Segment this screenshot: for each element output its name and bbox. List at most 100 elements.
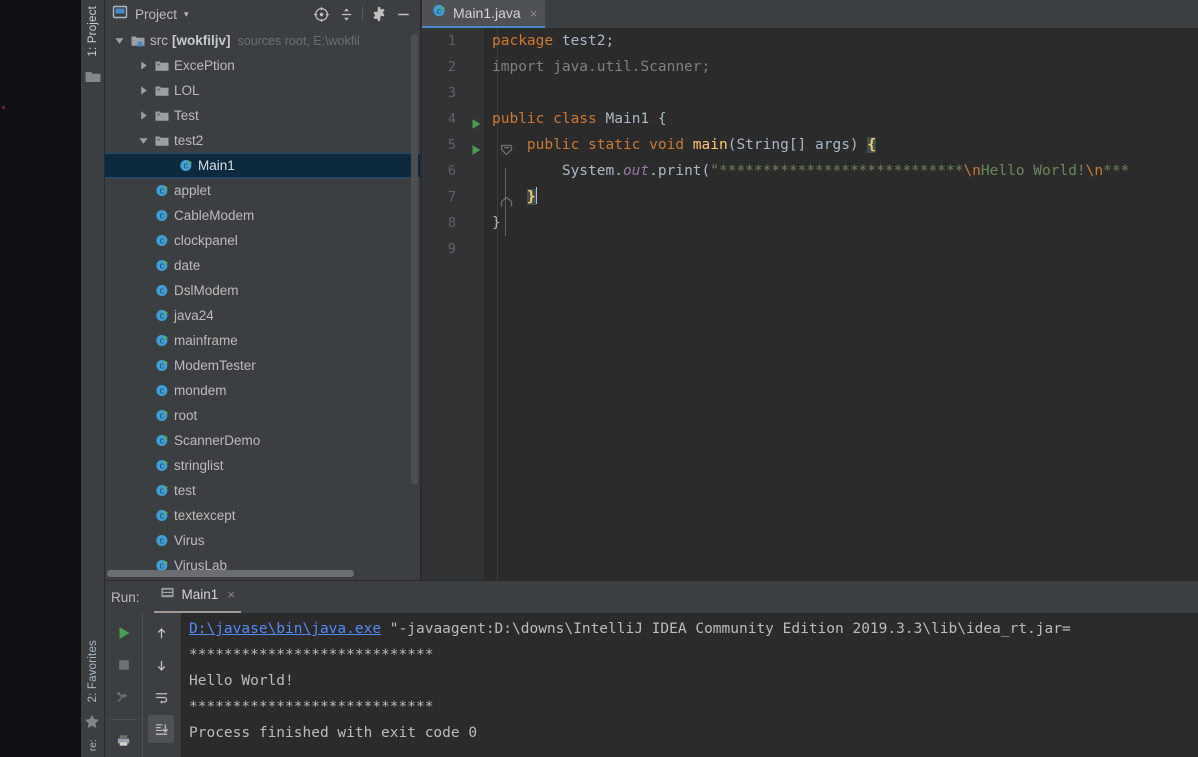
tree-item-label: date — [174, 258, 201, 273]
code-token: \n — [1085, 163, 1104, 179]
chevron-down-icon[interactable]: ▾ — [184, 9, 189, 19]
code-token: import java.util.Scanner; — [492, 59, 711, 75]
folder-icon — [154, 83, 170, 99]
console-line: Process finished with exit code 0 — [189, 725, 478, 741]
console-command-args: "-javaagent:D:\downs\IntelliJ IDEA Commu… — [381, 621, 1071, 637]
code-line[interactable]: 1 package test2; — [422, 28, 1198, 54]
code-text: import java.util.Scanner; — [492, 54, 710, 80]
tree-item-label: ScannerDemo — [174, 433, 261, 448]
close-icon[interactable]: × — [227, 587, 235, 602]
tool-window-button-favorites[interactable]: 2: Favorites — [87, 634, 99, 708]
tree-vertical-scrollbar[interactable] — [411, 34, 418, 484]
editor-tab-title: Main1.java — [453, 5, 521, 21]
rerun-button[interactable] — [111, 619, 137, 647]
print-button[interactable] — [111, 726, 137, 754]
editor-tab-bar-empty — [545, 0, 1198, 28]
svg-text:C: C — [159, 514, 164, 522]
scroll-up-button[interactable] — [148, 619, 174, 647]
scroll-to-end-button[interactable] — [148, 715, 174, 743]
tree-item-clockpanel[interactable]: Cclockpanel — [105, 228, 420, 253]
code-token: } — [492, 215, 501, 231]
code-line[interactable]: 7 } — [422, 184, 1198, 210]
run-tab-title: Main1 — [181, 587, 219, 602]
code-token: System. — [492, 163, 623, 179]
code-line[interactable]: 8} — [422, 210, 1198, 236]
run-tab-main1[interactable]: Main1 × — [153, 582, 241, 613]
tree-item-mondem[interactable]: Cmondem — [105, 378, 420, 403]
tree-item-applet[interactable]: Capplet — [105, 178, 420, 203]
editor-area: C Main1.java × 1 package test2; 2 import ja… — [422, 0, 1198, 580]
code-line[interactable]: 2 import java.util.Scanner; — [422, 54, 1198, 80]
project-view-icon — [112, 4, 128, 25]
code-line[interactable]: 5 public static void main(String[] args)… — [422, 132, 1198, 158]
collapse-all-icon[interactable] — [334, 2, 359, 26]
scroll-down-button[interactable] — [148, 651, 174, 679]
console-output[interactable]: D:\javase\bin\java.exe "-javaagent:D:\do… — [181, 613, 1198, 757]
chevron-down-icon[interactable] — [135, 133, 151, 149]
chevron-right-icon[interactable] — [135, 58, 151, 74]
tree-item-main1[interactable]: C Main1 — [105, 153, 420, 178]
chevron-down-icon[interactable] — [111, 33, 127, 49]
tree-item-virus[interactable]: C Virus — [105, 528, 420, 553]
close-icon[interactable]: × — [530, 6, 538, 21]
code-token: { — [867, 137, 877, 153]
tree-item-textexcept[interactable]: Ctextexcept — [105, 503, 420, 528]
stop-button[interactable] — [111, 651, 137, 679]
tree-item-test[interactable]: Ctest — [105, 478, 420, 503]
tree-horizontal-scrollbar[interactable] — [107, 570, 354, 577]
tree-item-cablemodem[interactable]: C CableModem — [105, 203, 420, 228]
tree-item-label: Virus — [174, 533, 205, 548]
tree-item-stringlist[interactable]: Cstringlist — [105, 453, 420, 478]
gear-icon[interactable] — [366, 2, 391, 26]
code-token: test2; — [561, 33, 615, 49]
line-number: 3 — [447, 85, 456, 101]
code-editor[interactable]: 1 package test2; 2 import java.util.Scanner… — [422, 28, 1198, 580]
toolbar-separator — [110, 719, 137, 720]
chevron-right-icon[interactable] — [135, 83, 151, 99]
code-line[interactable]: 4 public class Main1 { — [422, 106, 1198, 132]
code-line[interactable]: 6 System.out.print("********************… — [422, 158, 1198, 184]
tree-item-label: applet — [174, 183, 211, 198]
tree-item-label: Test — [174, 108, 199, 123]
line-number: 2 — [447, 59, 456, 75]
tree-item-test[interactable]: Test — [105, 103, 420, 128]
project-tree[interactable]: src [wokfiljv] sources root, E:\wokfil Exce… — [105, 28, 420, 580]
tree-item-lol[interactable]: LOL — [105, 78, 420, 103]
dump-threads-button[interactable] — [111, 683, 137, 711]
tree-item-modemtester[interactable]: C ModemTester — [105, 353, 420, 378]
gutter-run-icon[interactable] — [470, 139, 482, 155]
svg-text:C: C — [159, 314, 164, 322]
tree-item-label: java24 — [174, 308, 214, 323]
editor-tab-main1[interactable]: C Main1.java × — [422, 0, 546, 28]
ide-window: 1: Project 2: Favorites re: Project ▾ sr… — [0, 0, 1198, 757]
tree-item-dslmodem[interactable]: C DslModem — [105, 278, 420, 303]
tree-item-mainframe[interactable]: Cmainframe — [105, 328, 420, 353]
code-token: public static void — [526, 137, 693, 153]
tree-item-src[interactable]: src [wokfiljv] sources root, E:\wokfil — [105, 28, 420, 53]
tree-item-scannerdemo[interactable]: C ScannerDemo — [105, 428, 420, 453]
hide-window-icon[interactable] — [391, 2, 416, 26]
tree-item-exception[interactable]: ExcePtion — [105, 53, 420, 78]
tree-item-label: DslModem — [174, 283, 239, 298]
soft-wrap-button[interactable] — [148, 683, 174, 711]
tree-item-label: test — [174, 483, 196, 498]
tree-item-java24[interactable]: Cjava24 — [105, 303, 420, 328]
text-caret — [535, 187, 537, 204]
tree-item-date[interactable]: Cdate — [105, 253, 420, 278]
code-token: package — [492, 33, 562, 49]
gutter-run-icon[interactable] — [470, 113, 482, 129]
code-line[interactable]: 3 — [422, 80, 1198, 106]
tree-item-test2[interactable]: test2 — [105, 128, 420, 153]
chevron-right-icon[interactable] — [135, 108, 151, 124]
code-text: } — [492, 184, 537, 210]
svg-text:C: C — [159, 539, 164, 547]
console-command-link[interactable]: D:\javase\bin\java.exe — [189, 621, 381, 637]
tool-window-button-extra[interactable]: re: — [88, 737, 99, 757]
code-line[interactable]: 9 — [422, 236, 1198, 262]
locate-icon[interactable] — [309, 2, 334, 26]
tool-window-button-project[interactable]: 1: Project — [87, 0, 99, 63]
svg-text:C: C — [159, 289, 164, 297]
tree-item-root[interactable]: Croot — [105, 403, 420, 428]
